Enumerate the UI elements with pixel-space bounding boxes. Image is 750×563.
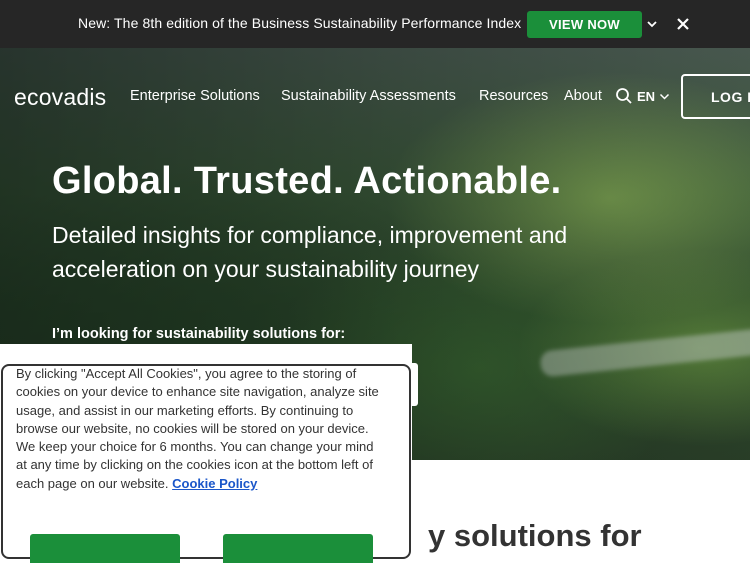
close-icon[interactable] xyxy=(676,17,690,31)
view-now-button[interactable]: VIEW NOW xyxy=(527,11,642,38)
section-heading: y solutions for xyxy=(428,518,642,553)
cookie-policy-link[interactable]: Cookie Policy xyxy=(172,476,257,491)
nav-sustainability-assessments[interactable]: Sustainability Assessments xyxy=(281,88,456,104)
cookie-banner-text: By clicking "Accept All Cookies", you ag… xyxy=(16,365,386,493)
nav-enterprise-solutions[interactable]: Enterprise Solutions xyxy=(130,88,260,104)
language-selector[interactable]: EN xyxy=(637,89,655,104)
search-icon[interactable] xyxy=(615,87,633,105)
hero-subtitle: Detailed insights for compliance, improv… xyxy=(52,222,568,282)
login-button[interactable]: LOG IN xyxy=(681,74,750,119)
nav-about[interactable]: About xyxy=(564,88,602,104)
chevron-down-icon[interactable] xyxy=(645,15,659,33)
announcement-text: New: The 8th edition of the Business Sus… xyxy=(78,15,522,31)
ecovadis-logo[interactable]: ecovadis xyxy=(14,84,106,110)
announcement-bar: New: The 8th edition of the Business Sus… xyxy=(0,0,750,48)
solutions-selector-label: I’m looking for sustainability solutions… xyxy=(52,326,346,342)
cookie-settings-button[interactable] xyxy=(223,534,373,563)
cookie-consent-text: By clicking "Accept All Cookies", you ag… xyxy=(16,366,379,436)
hero-title: Global. Trusted. Actionable. xyxy=(52,160,562,202)
cookie-accept-button[interactable] xyxy=(30,534,180,563)
cookie-banner: By clicking "Accept All Cookies", you ag… xyxy=(0,344,412,563)
chevron-down-icon[interactable] xyxy=(659,91,670,102)
logo-text: ecovadis xyxy=(14,83,107,110)
nav-resources[interactable]: Resources xyxy=(479,88,548,104)
